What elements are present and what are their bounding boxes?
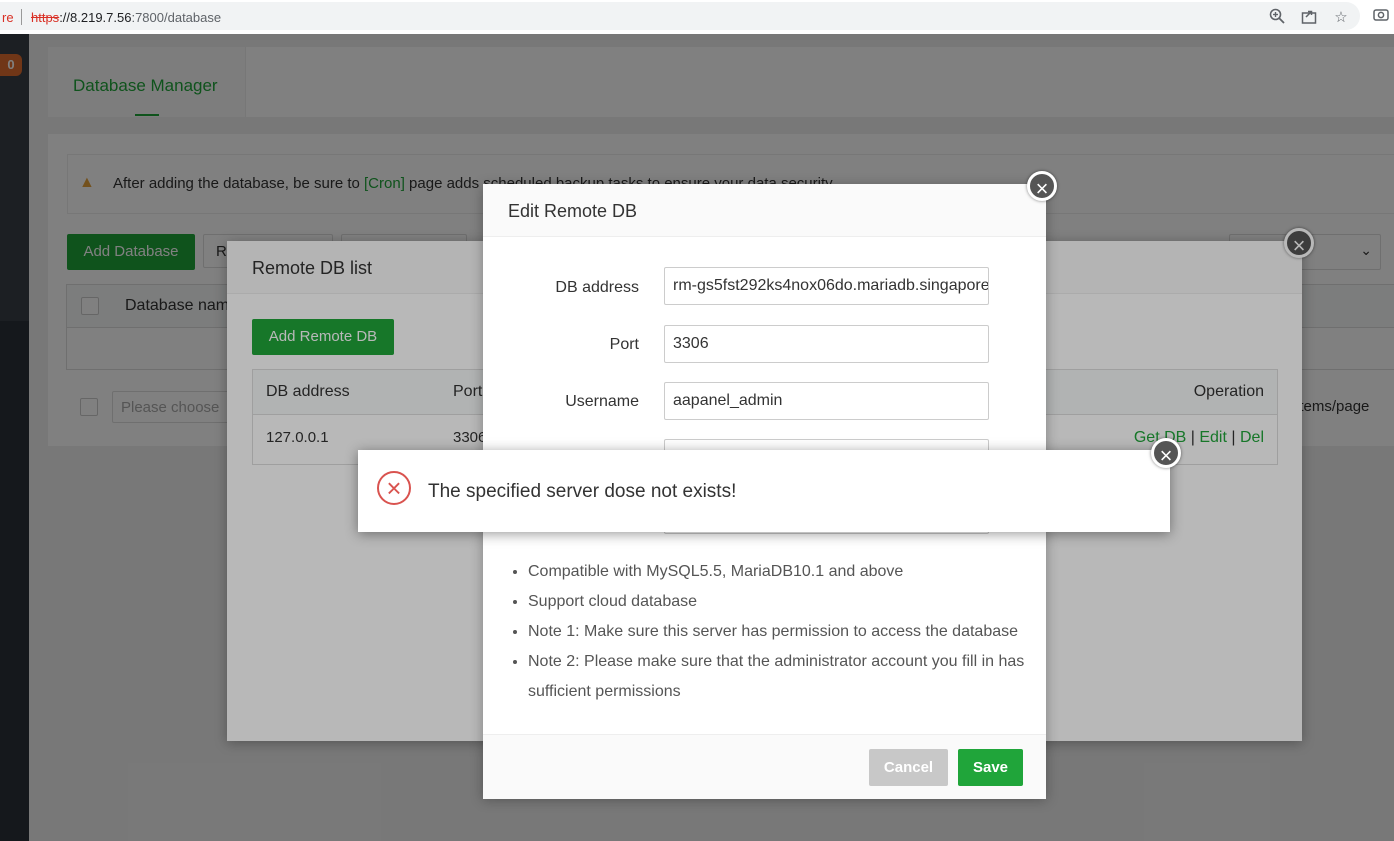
url-scheme: https (31, 10, 60, 25)
close-error-popup-icon[interactable]: × (1151, 438, 1181, 468)
share-icon[interactable] (1299, 8, 1319, 28)
db-address-label: DB address (555, 279, 639, 296)
url-host: ://8.219.7.56 (59, 10, 132, 25)
error-message: The specified server dose not exists! (428, 481, 737, 502)
username-label: Username (565, 393, 639, 410)
error-icon: × (377, 471, 411, 505)
username-input[interactable]: aapanel_admin (664, 382, 989, 420)
url-divider (21, 9, 22, 25)
camera-icon[interactable] (1371, 6, 1391, 26)
list-item: Note 1: Make sure this server has permis… (528, 617, 1028, 647)
star-icon[interactable]: ☆ (1331, 8, 1351, 28)
zoom-icon[interactable] (1267, 8, 1287, 28)
close-edit-modal-icon[interactable]: × (1027, 171, 1057, 201)
tips-list: Compatible with MySQL5.5, MariaDB10.1 an… (508, 557, 1028, 707)
browser-toolbar: re https://8.219.7.56:7800/database ☆ (0, 0, 1394, 35)
save-button[interactable]: Save (958, 749, 1023, 786)
modal-header: Edit Remote DB (483, 184, 1046, 237)
cancel-button[interactable]: Cancel (869, 749, 948, 786)
error-message-popup: × The specified server dose not exists! (358, 450, 1170, 532)
url-path: :7800/database (131, 10, 222, 25)
address-bar[interactable]: re https://8.219.7.56:7800/database ☆ (0, 2, 1360, 30)
modal-title: Edit Remote DB (508, 201, 638, 221)
list-item: Compatible with MySQL5.5, MariaDB10.1 an… (528, 557, 1028, 587)
security-indicator[interactable]: re (2, 10, 14, 25)
port-input[interactable]: 3306 (664, 325, 989, 363)
modal-footer: Cancel Save (483, 734, 1046, 799)
db-address-input[interactable]: rm-gs5fst292ks4nox06do.mariadb.singapore (664, 267, 989, 305)
url-text[interactable]: https://8.219.7.56:7800/database (31, 10, 221, 25)
port-label: Port (609, 336, 639, 353)
list-item: Support cloud database (528, 587, 1028, 617)
list-item: Note 2: Please make sure that the admini… (528, 647, 1028, 707)
